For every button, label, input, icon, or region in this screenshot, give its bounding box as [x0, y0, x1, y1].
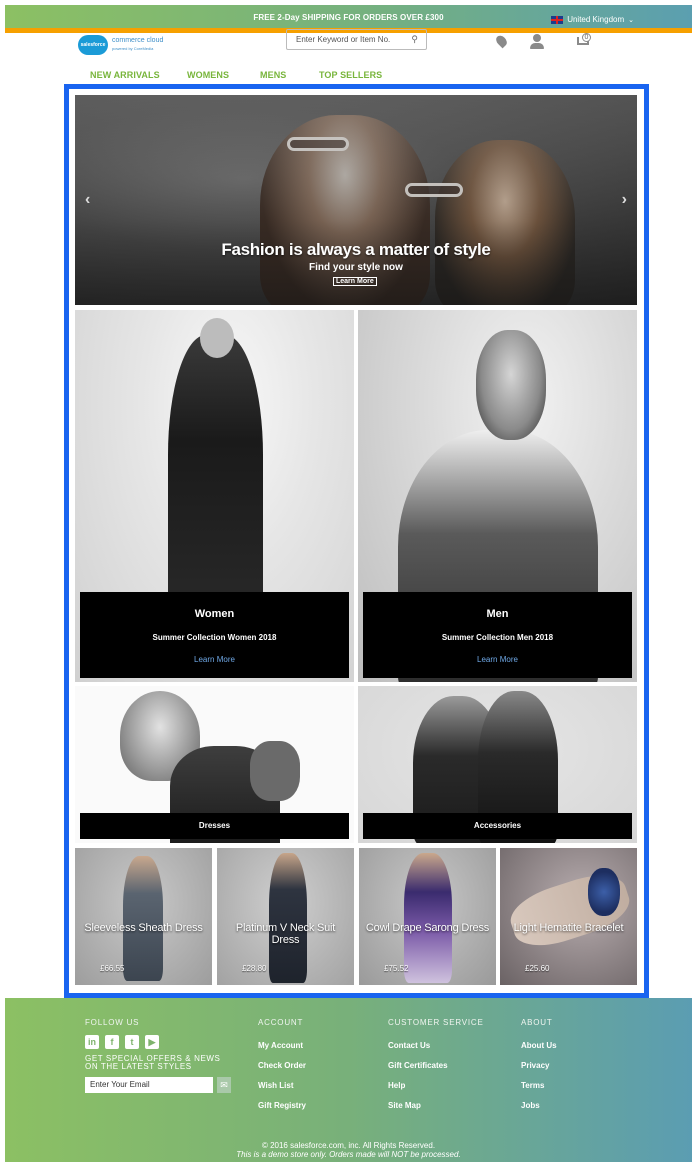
- product-price: £75.52: [384, 964, 409, 973]
- follow-heading: FOLLOW US: [85, 1018, 140, 1027]
- footer-link-contact-us[interactable]: Contact Us: [388, 1041, 484, 1050]
- hero-learn-more-button[interactable]: Learn More: [333, 277, 377, 286]
- nav-top-sellers[interactable]: TOP SELLERS: [319, 70, 382, 80]
- men-caption: Men Summer Collection Men 2018 Learn Mor…: [363, 592, 632, 678]
- offers-text: GET SPECIAL OFFERS & NEWS ON THE LATEST …: [85, 1054, 221, 1071]
- product-price: £28.80: [242, 964, 267, 973]
- chevron-down-icon: ⌄: [628, 16, 634, 24]
- category-tile-accessories[interactable]: Accessories: [358, 686, 637, 843]
- accessories-caption: Accessories: [363, 813, 632, 839]
- hero-subtitle: Find your style now: [309, 262, 403, 273]
- twitter-icon[interactable]: t: [125, 1035, 139, 1049]
- product-name[interactable]: Platinum V Neck Suit Dress: [221, 922, 350, 946]
- product-name[interactable]: Light Hematite Bracelet: [504, 922, 633, 934]
- account-heading: ACCOUNT: [258, 1018, 304, 1027]
- women-learn-more-link[interactable]: Learn More: [80, 655, 349, 664]
- footer-link-about-us[interactable]: About Us: [521, 1041, 557, 1050]
- footer-link-terms[interactable]: Terms: [521, 1081, 557, 1090]
- men-learn-more-link[interactable]: Learn More: [363, 655, 632, 664]
- search-placeholder: Enter Keyword or Item No.: [296, 35, 391, 44]
- linkedin-icon[interactable]: in: [85, 1035, 99, 1049]
- product-tile[interactable]: Platinum V Neck Suit Dress £28.80: [217, 848, 354, 985]
- account-icon[interactable]: [530, 34, 544, 49]
- email-submit-icon[interactable]: ✉: [217, 1077, 231, 1093]
- email-field[interactable]: Enter Your Email: [85, 1077, 213, 1093]
- footer-link-check-order[interactable]: Check Order: [258, 1061, 306, 1070]
- nav-womens[interactable]: WOMENS: [187, 70, 229, 80]
- nav-new-arrivals[interactable]: NEW ARRIVALS: [90, 70, 160, 80]
- dresses-caption: Dresses: [80, 813, 349, 839]
- product-tile[interactable]: Cowl Drape Sarong Dress £75.52: [359, 848, 496, 985]
- hero-title: Fashion is always a matter of style: [221, 240, 491, 259]
- footer-link-site-map[interactable]: Site Map: [388, 1101, 484, 1110]
- product-tile[interactable]: Sleeveless Sheath Dress £66.55: [75, 848, 212, 985]
- nav-mens[interactable]: MENS: [260, 70, 286, 80]
- footer-link-help[interactable]: Help: [388, 1081, 484, 1090]
- hero-banner[interactable]: ‹ › Fashion is always a matter of style …: [75, 95, 637, 305]
- carousel-next-icon[interactable]: ›: [622, 191, 627, 209]
- footer-service-column: CUSTOMER SERVICE Contact Us Gift Certifi…: [388, 1018, 484, 1110]
- store-locator-icon[interactable]: [494, 33, 509, 49]
- product-image: [404, 853, 452, 983]
- category-tile-dresses[interactable]: Dresses: [75, 686, 354, 843]
- product-price: £66.55: [100, 964, 125, 973]
- site-footer: FOLLOW US in f t ▶ GET SPECIAL OFFERS & …: [5, 998, 692, 1162]
- women-title: Women: [194, 608, 235, 620]
- demo-notice: This is a demo store only. Orders made w…: [236, 1150, 461, 1159]
- brand-tagline: powered by CoreMedia: [112, 46, 154, 51]
- footer-link-my-account[interactable]: My Account: [258, 1041, 306, 1050]
- youtube-icon[interactable]: ▶: [145, 1035, 159, 1049]
- women-subtitle: Summer Collection Women 2018: [152, 633, 277, 642]
- product-image: [269, 853, 307, 983]
- model-image: [168, 335, 263, 635]
- about-heading: ABOUT: [521, 1018, 553, 1027]
- men-subtitle: Summer Collection Men 2018: [441, 633, 554, 642]
- men-title: Men: [486, 608, 509, 620]
- main-nav: NEW ARRIVALS WOMENS MENS TOP SELLERS: [0, 70, 697, 82]
- footer-link-jobs[interactable]: Jobs: [521, 1101, 557, 1110]
- cart-icon[interactable]: 0: [575, 33, 591, 49]
- uk-flag-icon: [551, 15, 564, 24]
- search-icon[interactable]: ⚲: [411, 34, 418, 45]
- product-name[interactable]: Cowl Drape Sarong Dress: [363, 922, 492, 934]
- women-caption: Women Summer Collection Women 2018 Learn…: [80, 592, 349, 678]
- footer-link-wish-list[interactable]: Wish List: [258, 1081, 306, 1090]
- product-price: £25.60: [525, 964, 550, 973]
- product-tile[interactable]: Light Hematite Bracelet £25.60: [500, 848, 637, 985]
- country-selector[interactable]: United Kingdom ⌄: [551, 15, 634, 24]
- bracelet-image: [588, 868, 620, 916]
- footer-about-column: ABOUT About Us Privacy Terms Jobs: [521, 1018, 557, 1110]
- category-tile-women[interactable]: Women Summer Collection Women 2018 Learn…: [75, 310, 354, 682]
- service-heading: CUSTOMER SERVICE: [388, 1018, 484, 1027]
- brand-name: commerce cloud: [112, 37, 164, 44]
- footer-account-column: ACCOUNT My Account Check Order Wish List…: [258, 1018, 306, 1110]
- search-input[interactable]: Enter Keyword or Item No. ⚲: [286, 29, 427, 50]
- footer-link-gift-certificates[interactable]: Gift Certificates: [388, 1061, 484, 1070]
- country-label: United Kingdom: [567, 15, 625, 24]
- model-head: [476, 330, 546, 440]
- product-image: [123, 856, 163, 981]
- model-hand: [250, 741, 300, 801]
- site-logo[interactable]: salesforce commerce cloud powered by Cor…: [78, 35, 163, 55]
- copyright-text: © 2016 salesforce.com, inc. All Rights R…: [261, 1141, 436, 1150]
- salesforce-cloud-icon: salesforce: [78, 35, 108, 55]
- cart-count: 0: [582, 33, 591, 42]
- facebook-icon[interactable]: f: [105, 1035, 119, 1049]
- footer-link-privacy[interactable]: Privacy: [521, 1061, 557, 1070]
- carousel-prev-icon[interactable]: ‹: [85, 191, 90, 209]
- category-tile-men[interactable]: Men Summer Collection Men 2018 Learn Mor…: [358, 310, 637, 682]
- footer-link-gift-registry[interactable]: Gift Registry: [258, 1101, 306, 1110]
- product-name[interactable]: Sleeveless Sheath Dress: [79, 922, 208, 934]
- footer-follow-column: FOLLOW US in f t ▶ GET SPECIAL OFFERS & …: [85, 1018, 235, 1093]
- model-head: [200, 318, 234, 358]
